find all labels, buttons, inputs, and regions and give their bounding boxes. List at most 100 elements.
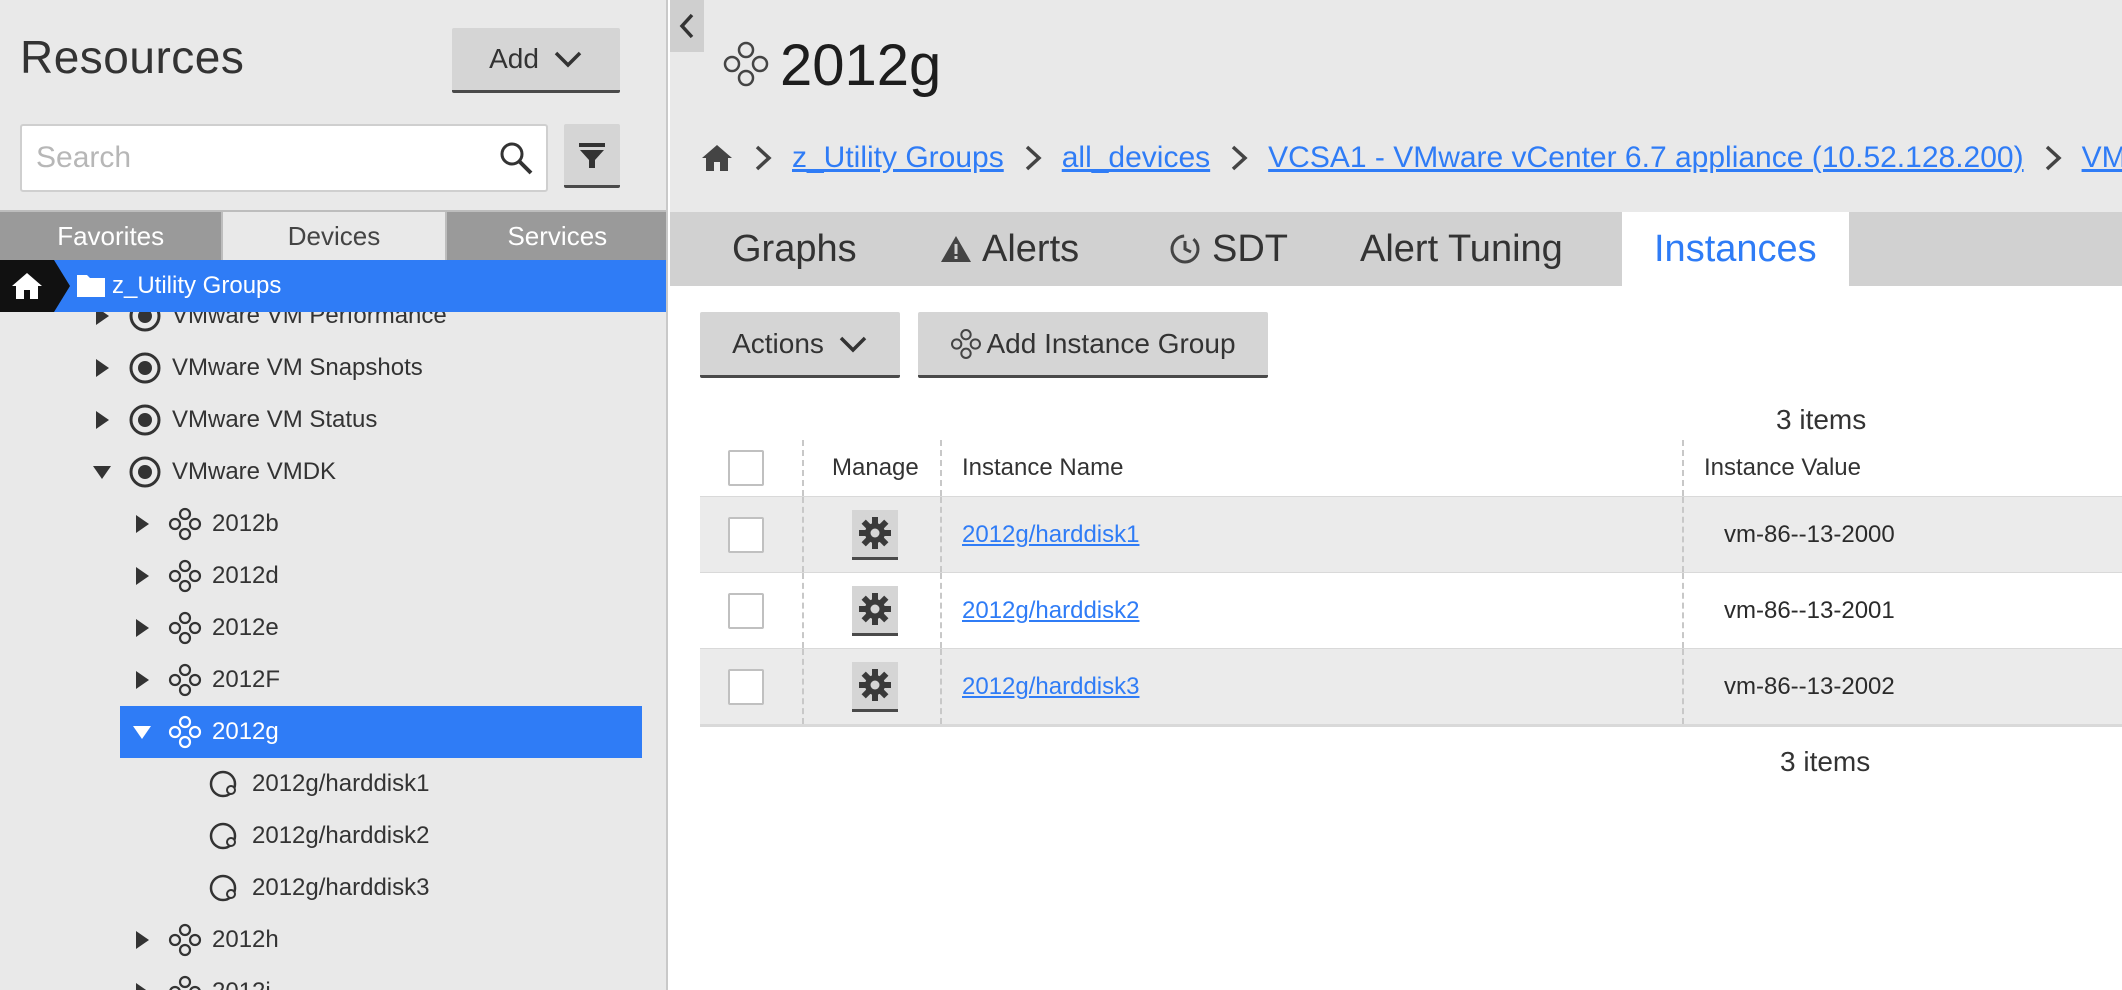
tree-item[interactable]: 2012F	[0, 654, 666, 706]
instances-table: Manage Instance Name Instance Value 2012…	[700, 440, 2122, 727]
column-instance-name[interactable]: Instance Name	[962, 440, 1123, 496]
tab-graphs-label: Graphs	[732, 227, 857, 270]
tab-alert-tuning[interactable]: Alert Tuning	[1360, 212, 1563, 286]
caret-right-icon[interactable]	[92, 358, 112, 378]
instance-value: vm-86--13-2002	[1724, 672, 1895, 700]
tree-item[interactable]: 2012e	[0, 602, 666, 654]
breadcrumb-link-all-devices[interactable]: all_devices	[1062, 141, 1210, 175]
column-instance-value[interactable]: Instance Value	[1704, 440, 1861, 496]
instance-group-icon	[723, 41, 769, 87]
instance-name-link[interactable]: 2012g/harddisk2	[962, 573, 1139, 648]
select-all-checkbox[interactable]	[728, 440, 764, 496]
breadcrumb-link-vcsa1[interactable]: VCSA1 - VMware vCenter 6.7 appliance (10…	[1268, 141, 2023, 175]
table-row: 2012g/harddisk3 vm-86--13-2002	[700, 648, 2122, 724]
tab-favorites[interactable]: Favorites	[0, 212, 222, 260]
warning-icon	[941, 236, 971, 262]
chevron-right-icon	[755, 145, 772, 171]
instance-icon	[209, 770, 237, 798]
tree-item-label: 2012g/harddisk2	[252, 822, 430, 849]
instance-name-link[interactable]: 2012g/harddisk3	[962, 649, 1139, 724]
breadcrumb-link-utility-groups[interactable]: z_Utility Groups	[792, 141, 1004, 175]
caret-right-icon[interactable]	[92, 312, 112, 326]
home-icon[interactable]	[700, 143, 734, 173]
tree-item-label: 2012e	[212, 614, 279, 641]
instance-name-link[interactable]: 2012g/harddisk1	[962, 497, 1139, 572]
add-button[interactable]: Add	[452, 28, 620, 93]
caret-right-icon[interactable]	[92, 410, 112, 430]
tree-item[interactable]: 2012g/harddisk1	[0, 758, 666, 810]
tree-item-label: 2012g/harddisk1	[252, 770, 430, 797]
actions-button-label: Actions	[732, 327, 824, 359]
tree-item[interactable]: VMware VM Snapshots	[0, 342, 666, 394]
tree-item[interactable]: VMware VMDK	[0, 446, 666, 498]
caret-right-icon[interactable]	[132, 670, 152, 690]
instance-group-icon	[168, 611, 202, 645]
breadcrumb-label: z_Utility Groups	[112, 272, 282, 299]
chevron-left-icon	[679, 13, 694, 39]
detail-tabs: Graphs Alerts SDT Alert Tuning Instances	[670, 212, 2122, 286]
home-button[interactable]	[0, 260, 70, 312]
tree-item[interactable]: 2012g/harddisk2	[0, 810, 666, 862]
filter-icon	[579, 142, 605, 168]
tree-item-label: VMware VM Status	[172, 406, 378, 433]
search-input[interactable]: Search	[20, 124, 548, 192]
search-icon[interactable]	[498, 140, 534, 176]
tree-item[interactable]: 2012g	[120, 706, 642, 758]
manage-button[interactable]	[852, 573, 898, 648]
caret-right-icon[interactable]	[132, 514, 152, 534]
tree-item-label: 2012g/harddisk3	[252, 874, 430, 901]
tree-item[interactable]: VMware VM Performance	[0, 312, 666, 342]
caret-right-icon[interactable]	[132, 618, 152, 638]
tree-item-label: 2012h	[212, 926, 279, 953]
tree-item[interactable]: 2012i	[0, 966, 666, 990]
breadcrumb-link-vm[interactable]: VM	[2082, 141, 2122, 175]
collapse-panel-button[interactable]	[670, 0, 704, 52]
resources-title: Resources	[20, 31, 245, 83]
instance-group-icon	[168, 559, 202, 593]
page-title: 2012g	[780, 33, 942, 98]
table-footer-divider	[700, 724, 2122, 727]
caret-right-icon[interactable]	[132, 566, 152, 586]
tree-item[interactable]: 2012b	[0, 498, 666, 550]
caret-right-icon[interactable]	[132, 982, 152, 990]
detail-header: 2012g z_Utility Groups all_devices VCSA1…	[670, 0, 2122, 286]
tab-devices[interactable]: Devices	[221, 212, 447, 260]
manage-button[interactable]	[852, 497, 898, 572]
tree-item-label: VMware VMDK	[172, 458, 337, 485]
instance-group-icon	[168, 715, 202, 749]
tree-breadcrumb[interactable]: z_Utility Groups	[0, 260, 666, 312]
datasource-icon	[129, 456, 161, 488]
manage-button[interactable]	[852, 649, 898, 724]
tab-sdt-label: SDT	[1212, 227, 1288, 270]
tab-alerts[interactable]: Alerts	[940, 212, 1079, 286]
column-manage: Manage	[832, 454, 919, 481]
tree-item-label: 2012d	[212, 562, 279, 589]
caret-down-icon[interactable]	[92, 462, 112, 482]
tab-services[interactable]: Services	[446, 212, 666, 260]
tree-item-label: 2012b	[212, 510, 279, 537]
resource-tabs: Favorites Devices Services	[0, 210, 666, 260]
instance-group-icon	[168, 507, 202, 541]
tree-item[interactable]: 2012h	[0, 914, 666, 966]
instance-group-icon	[168, 663, 202, 697]
actions-button[interactable]: Actions	[700, 312, 900, 378]
add-instance-group-button[interactable]: Add Instance Group	[918, 312, 1268, 378]
tab-graphs[interactable]: Graphs	[732, 212, 857, 286]
caret-right-icon[interactable]	[132, 930, 152, 950]
instance-icon	[209, 874, 237, 902]
tab-sdt[interactable]: SDT	[1168, 212, 1288, 286]
tree-item-label: VMware VM Snapshots	[172, 354, 423, 381]
tree-item[interactable]: 2012d	[0, 550, 666, 602]
caret-down-icon[interactable]	[132, 722, 152, 742]
instance-group-icon	[169, 975, 201, 990]
tab-instances[interactable]: Instances	[1622, 212, 1849, 286]
tree-item[interactable]: VMware VM Status	[0, 394, 666, 446]
filter-button[interactable]	[564, 124, 620, 188]
row-checkbox[interactable]	[728, 649, 764, 724]
table-row: 2012g/harddisk2 vm-86--13-2001	[700, 572, 2122, 648]
tree-item[interactable]: 2012g/harddisk3	[0, 862, 666, 914]
instance-value: vm-86--13-2000	[1724, 520, 1895, 548]
row-checkbox[interactable]	[728, 573, 764, 648]
gear-icon	[859, 593, 891, 625]
row-checkbox[interactable]	[728, 497, 764, 572]
